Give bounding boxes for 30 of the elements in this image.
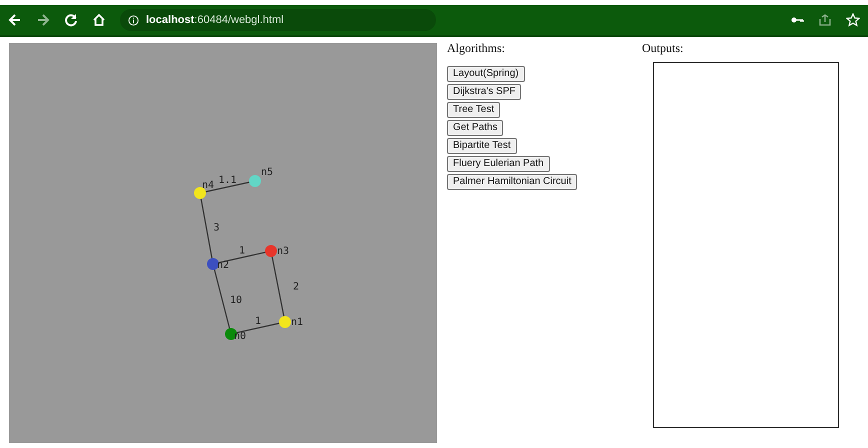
node-label: n4 bbox=[202, 180, 214, 191]
node-label: n3 bbox=[277, 246, 290, 257]
algorithm-button[interactable]: Fluery Eulerian Path bbox=[447, 156, 550, 172]
node-label: n1 bbox=[291, 317, 304, 328]
edge-weight: 10 bbox=[230, 295, 242, 306]
edge-weight: 1 bbox=[254, 316, 262, 327]
edge-weight: 2 bbox=[292, 282, 300, 292]
algorithm-button[interactable]: Bipartite Test bbox=[447, 138, 517, 154]
back-icon[interactable] bbox=[8, 13, 22, 27]
algorithm-button[interactable]: Tree Test bbox=[447, 102, 500, 118]
algorithm-button[interactable]: Get Paths bbox=[447, 120, 504, 136]
home-icon[interactable] bbox=[92, 13, 106, 27]
node-label: n5 bbox=[261, 167, 274, 178]
info-icon[interactable] bbox=[128, 14, 139, 26]
reload-icon[interactable] bbox=[64, 13, 78, 27]
algorithm-button[interactable]: Layout(Spring) bbox=[447, 66, 525, 82]
forward-icon[interactable] bbox=[36, 13, 50, 27]
edge-weight: 1 bbox=[238, 246, 246, 256]
algorithm-button[interactable]: Palmer Hamiltonian Circuit bbox=[447, 174, 578, 190]
url-text: localhost:60484/webgl.html bbox=[146, 14, 284, 26]
node-label: n2 bbox=[217, 260, 230, 271]
edge-weight: 1.1 bbox=[218, 175, 237, 186]
edge-weight: 3 bbox=[213, 222, 220, 234]
outputs-heading: Outputs: bbox=[642, 41, 684, 56]
algorithm-button[interactable]: Dijkstra's SPF bbox=[447, 84, 522, 100]
share-icon[interactable] bbox=[818, 13, 832, 27]
address-bar[interactable]: localhost:60484/webgl.html bbox=[120, 9, 436, 31]
algorithms-heading: Algorithms: bbox=[447, 41, 506, 56]
node-label: n0 bbox=[234, 331, 246, 342]
star-icon[interactable] bbox=[846, 13, 860, 27]
